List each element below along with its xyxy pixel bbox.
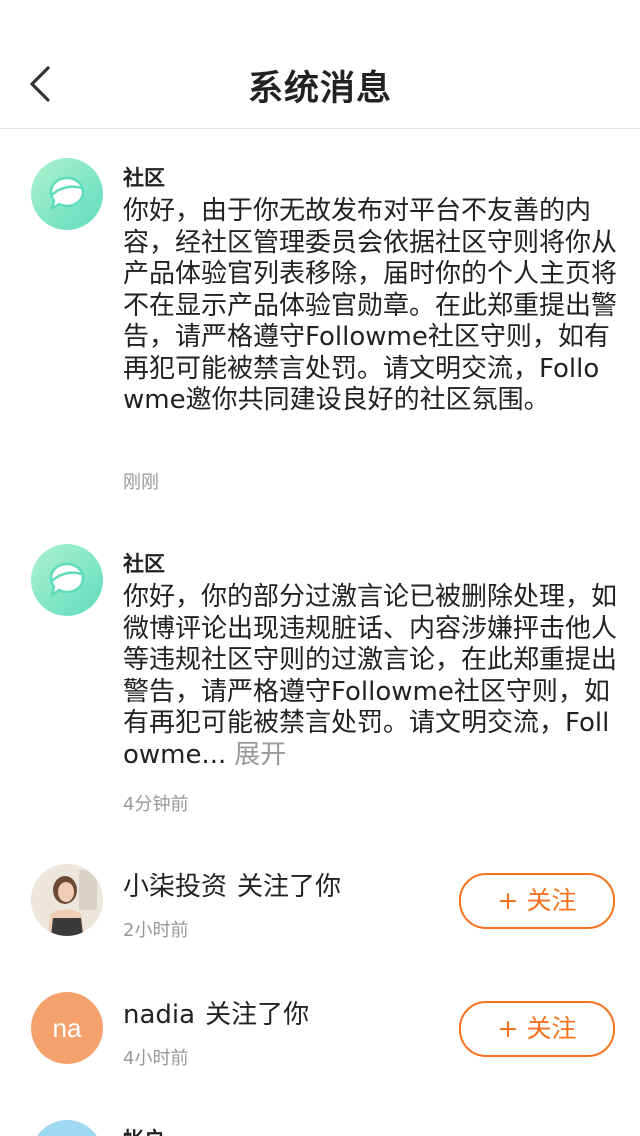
follow-action: 关注了你 xyxy=(205,1000,310,1030)
avatar xyxy=(31,158,103,230)
chat-bubble-icon xyxy=(49,562,85,597)
plus-icon: + xyxy=(497,1014,519,1043)
follow-text: 小柒投资 关注了你 xyxy=(123,866,341,903)
message-text-content: 你好，你的部分过激言论已被删除处理，如微博评论出现违规脏话、内容涉嫌抨击他人等违… xyxy=(123,582,618,770)
user-name[interactable]: nadia xyxy=(123,1000,195,1030)
follow-action: 关注了你 xyxy=(237,872,342,902)
avatar: na xyxy=(31,992,103,1064)
follow-text: nadia 关注了你 xyxy=(123,994,309,1031)
follow-button-label: 关注 xyxy=(526,886,577,915)
avatar xyxy=(31,544,103,616)
message-text: 你好，由于你无故发布对平台不友善的内容，经社区管理委员会依据社区守则将你从产品体… xyxy=(123,196,618,415)
sender-name: 帐户 xyxy=(123,1124,165,1136)
message-text: 你好，你的部分过激言论已被删除处理，如微博评论出现违规脏话、内容涉嫌抨击他人等违… xyxy=(123,582,618,771)
timestamp: 4小时前 xyxy=(123,1048,189,1069)
nav-bar: 系统消息 xyxy=(0,0,640,129)
plus-icon: + xyxy=(497,886,519,915)
follow-notification[interactable]: na nadia 关注了你 4小时前 + 关注 xyxy=(0,990,640,1090)
sender-name: 社区 xyxy=(123,552,165,576)
page-title: 系统消息 xyxy=(247,69,392,109)
follow-button-label: 关注 xyxy=(526,1014,577,1043)
avatar xyxy=(31,1120,103,1136)
chat-bubble-icon xyxy=(49,176,85,211)
system-message[interactable]: 社区 你好，你的部分过激言论已被删除处理，如微博评论出现违规脏话、内容涉嫌抨击他… xyxy=(0,536,640,826)
system-message[interactable]: 社区 你好，由于你无故发布对平台不友善的内容，经社区管理委员会依据社区守则将你从… xyxy=(0,150,640,510)
follow-button[interactable]: + 关注 xyxy=(459,1001,615,1057)
user-photo-icon xyxy=(31,864,103,936)
timestamp: 4分钟前 xyxy=(123,794,189,815)
timestamp: 刚刚 xyxy=(123,472,159,493)
timestamp: 2小时前 xyxy=(123,920,189,941)
user-name[interactable]: 小柒投资 xyxy=(123,872,227,902)
follow-notification[interactable]: 小柒投资 关注了你 2小时前 + 关注 xyxy=(0,862,640,962)
sender-name: 社区 xyxy=(123,166,165,190)
follow-button[interactable]: + 关注 xyxy=(459,873,615,929)
avatar xyxy=(31,864,103,936)
expand-link[interactable]: 展开 xyxy=(234,740,286,770)
system-message[interactable]: 帐户 xyxy=(0,1118,640,1136)
